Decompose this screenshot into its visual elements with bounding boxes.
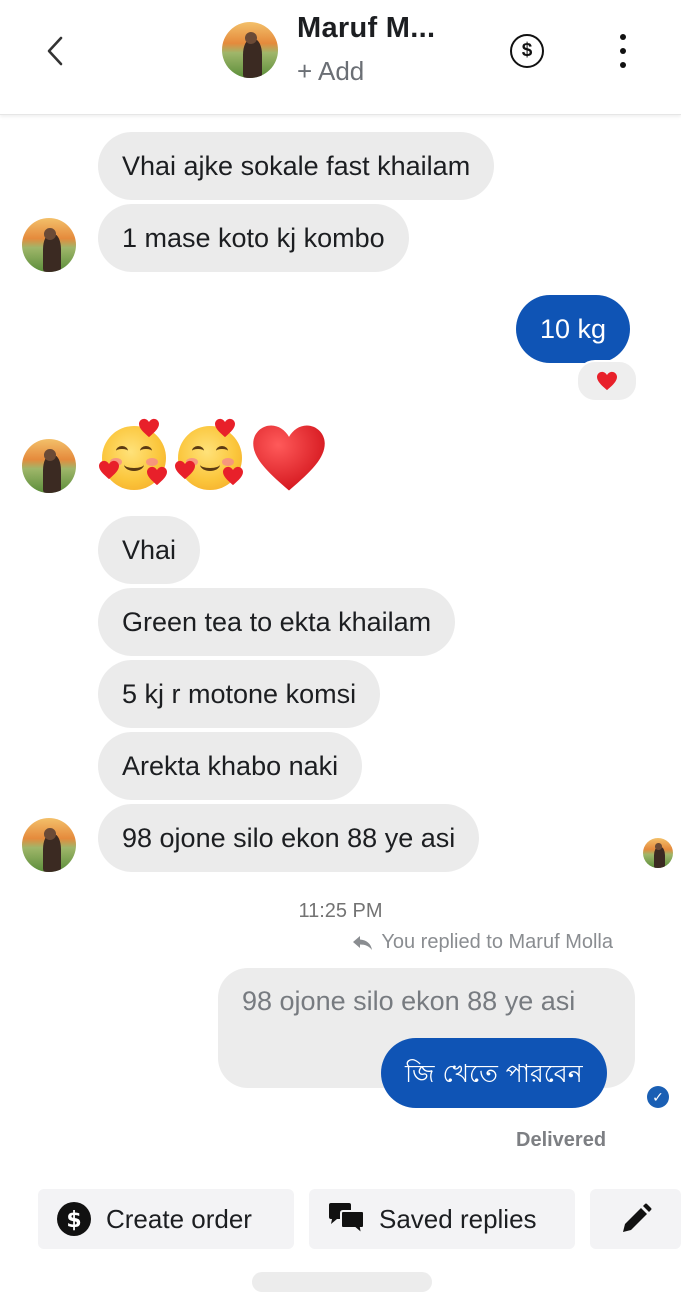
contact-avatar[interactable]	[222, 22, 278, 78]
dollar-circle-icon: $	[56, 1201, 92, 1237]
sender-avatar[interactable]	[22, 818, 76, 872]
replied-label: You replied to Maruf Molla	[381, 931, 613, 953]
incoming-message[interactable]: Arekta khabo naki	[98, 732, 363, 800]
pencil-icon	[619, 1202, 653, 1236]
delivered-check-icon: ✓	[647, 1086, 669, 1108]
incoming-message[interactable]: 1 mase koto kj kombo	[98, 204, 409, 272]
outgoing-message[interactable]: 10 kg	[516, 295, 631, 363]
seen-receipt-avatar	[643, 838, 673, 868]
reply-arrow-icon	[353, 935, 373, 950]
incoming-message[interactable]: 98 ojone silo ekon 88 ye asi	[98, 804, 480, 872]
saved-replies-button[interactable]: Saved replies	[309, 1189, 575, 1249]
back-chevron-icon[interactable]	[38, 30, 72, 72]
smiling-face-with-hearts-icon	[98, 418, 172, 492]
contact-name[interactable]: Maruf M...	[297, 12, 435, 45]
more-vertical-icon[interactable]	[608, 34, 638, 68]
add-label-button[interactable]: + Add	[297, 56, 364, 87]
saved-replies-label: Saved replies	[379, 1203, 537, 1234]
sender-avatar[interactable]	[22, 218, 76, 272]
chat-bubbles-icon	[327, 1201, 367, 1237]
incoming-message[interactable]: Vhai	[98, 516, 201, 584]
outgoing-reply-message[interactable]: জি খেতে পারবেন	[381, 1038, 607, 1108]
red-heart-icon	[253, 425, 325, 491]
delivery-status: Delivered	[516, 1129, 607, 1151]
create-order-label: Create order	[106, 1203, 252, 1234]
incoming-message[interactable]: Green tea to ekta khailam	[98, 588, 456, 656]
dollar-circle-icon[interactable]: $	[510, 34, 544, 68]
sender-avatar[interactable]	[22, 439, 76, 493]
composer-stub	[252, 1272, 432, 1292]
heart-icon	[597, 371, 617, 391]
edit-button[interactable]	[590, 1189, 681, 1249]
incoming-message[interactable]: 5 kj r motone komsi	[98, 660, 381, 728]
create-order-button[interactable]: $ Create order	[38, 1189, 294, 1249]
emoji-message[interactable]	[98, 418, 328, 494]
smiling-face-with-hearts-icon	[174, 418, 248, 492]
message-timestamp: 11:25 PM	[298, 900, 383, 922]
conversation-header: Maruf M... + Add $	[0, 0, 681, 115]
incoming-message[interactable]: Vhai ajke sokale fast khailam	[98, 132, 495, 200]
heart-reaction[interactable]	[576, 360, 638, 402]
replied-indicator: You replied to Maruf Molla	[351, 931, 613, 954]
svg-text:$: $	[66, 1208, 81, 1233]
